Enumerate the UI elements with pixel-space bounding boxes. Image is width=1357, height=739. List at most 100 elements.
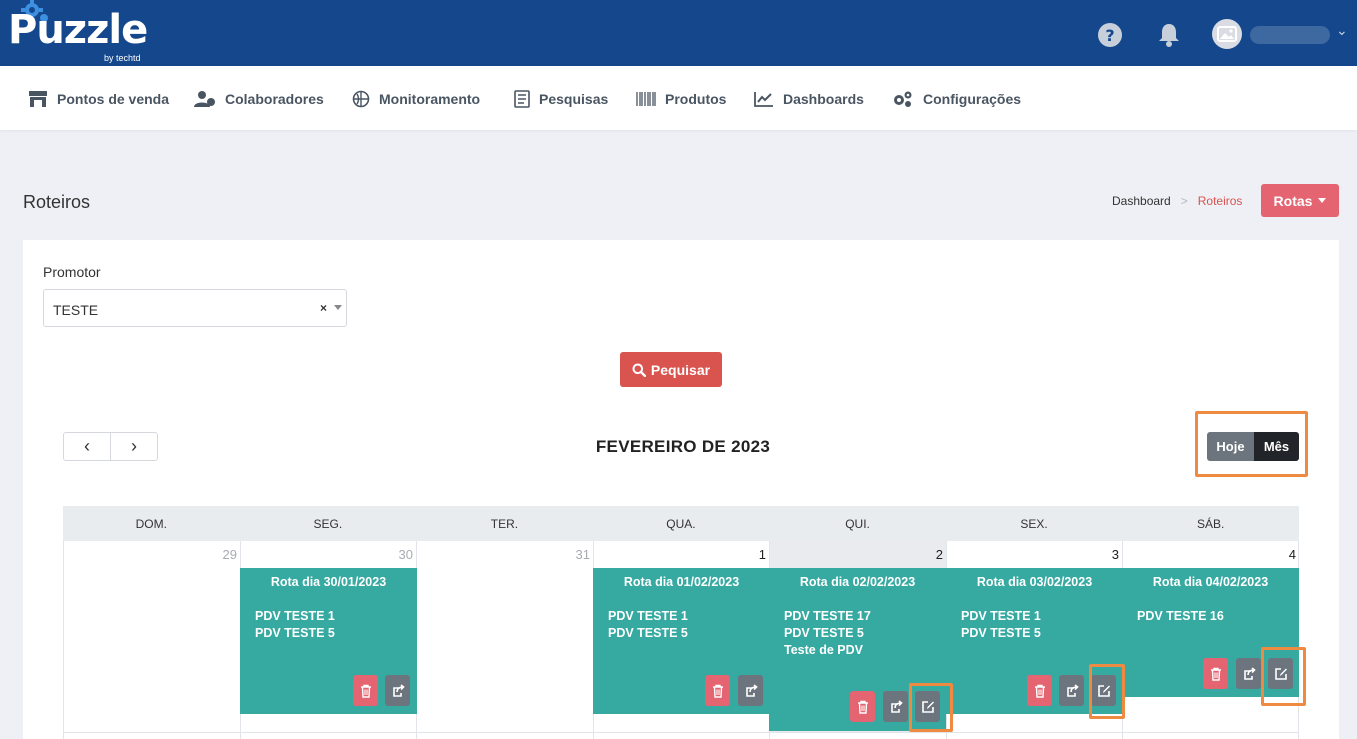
search-icon (632, 363, 646, 377)
event-title: Rota dia 30/01/2023 (270, 575, 387, 589)
day-number: 31 (575, 547, 590, 562)
search-button-label: Pequisar (650, 361, 711, 378)
day-number: 2 (935, 547, 943, 562)
rotas-label: Rotas (1273, 192, 1313, 209)
next-month-button[interactable]: › (110, 433, 157, 460)
day-number: 3 (1111, 547, 1119, 562)
calendar-nav-group: ‹ › (63, 432, 158, 461)
share-icon (746, 683, 758, 697)
trash-icon (857, 700, 868, 714)
edit-route-button[interactable] (1091, 675, 1116, 706)
user-name-blurred[interactable] (1250, 26, 1330, 44)
weekday-sat: SÁB. (1196, 516, 1225, 531)
route-event-2023-02-01[interactable]: Rota dia 01/02/2023 PDV TESTE 1 PDV TEST… (593, 568, 770, 714)
nav-label: Pesquisas (539, 91, 609, 107)
event-pdv-item: PDV TESTE 5 (961, 626, 1041, 640)
page-title: Roteiros (23, 192, 91, 212)
avatar[interactable] (1212, 19, 1242, 49)
event-pdv-item: PDV TESTE 1 (608, 609, 688, 623)
nav-item-colaboradores[interactable]: Colaboradores (194, 89, 324, 109)
share-route-button[interactable] (883, 691, 908, 722)
nav-label: Produtos (665, 91, 727, 107)
route-event-2023-02-02[interactable]: Rota dia 02/02/2023 PDV TESTE 17 PDV TES… (769, 568, 946, 731)
weekday-tue: TER. (490, 516, 519, 531)
delete-route-button[interactable] (353, 675, 378, 706)
rotas-dropdown-button[interactable]: Rotas (1261, 184, 1339, 217)
event-pdv-item: Teste de PDV (784, 643, 863, 657)
weekday-fri: SEX. (1020, 516, 1048, 531)
calendar-view-toggle: Hoje Mês (1207, 432, 1299, 461)
event-title: Rota dia 02/02/2023 (799, 575, 916, 589)
weekday-thu: QUI. (845, 516, 870, 531)
prev-month-button[interactable]: ‹ (64, 433, 110, 460)
nav-item-monitoramento[interactable]: Monitoramento (352, 89, 480, 109)
trash-icon (360, 684, 371, 698)
globe-icon (352, 90, 370, 108)
edit-route-button[interactable] (1268, 658, 1293, 689)
weekday-mon: SEG. (313, 516, 343, 531)
share-icon (891, 699, 903, 713)
route-event-2023-02-03[interactable]: Rota dia 03/02/2023 PDV TESTE 1 PDV TEST… (946, 568, 1123, 714)
event-pdv-list: PDV TESTE 17 PDV TESTE 5 Teste de PDV (784, 608, 871, 659)
delete-route-button[interactable] (705, 675, 730, 706)
help-icon[interactable]: ? (1097, 22, 1123, 48)
edit-icon (1097, 684, 1110, 697)
today-button[interactable]: Hoje (1207, 432, 1254, 461)
event-pdv-list: PDV TESTE 1 PDV TESTE 5 (255, 608, 335, 642)
route-event-2023-02-04[interactable]: Rota dia 04/02/2023 PDV TESTE 16 (1122, 568, 1299, 697)
delete-route-button[interactable] (1203, 658, 1228, 689)
nav-item-pesquisas[interactable]: Pesquisas (514, 89, 608, 109)
dropdown-caret-icon[interactable] (334, 305, 342, 310)
day-number: 30 (398, 547, 413, 562)
event-pdv-list: PDV TESTE 16 (1137, 608, 1224, 625)
calendar-weekday-header: DOM. SEG. TER. QUA. QUI. SEX. SÁB. (63, 506, 1299, 541)
share-route-button[interactable] (738, 675, 763, 706)
bell-icon[interactable] (1156, 22, 1182, 48)
share-route-button[interactable] (1059, 675, 1084, 706)
delete-route-button[interactable] (1027, 675, 1052, 706)
event-pdv-item: PDV TESTE 5 (255, 626, 335, 640)
route-event-2023-01-30[interactable]: Rota dia 30/01/2023 PDV TESTE 1 PDV TEST… (240, 568, 417, 714)
breadcrumb-home[interactable]: Dashboard (1112, 194, 1171, 208)
nav-item-pontos-de-venda[interactable]: Pontos de venda (28, 89, 169, 109)
delete-route-button[interactable] (850, 691, 875, 722)
search-button[interactable]: Pequisar (620, 352, 722, 387)
share-icon (1244, 666, 1256, 680)
nav-item-dashboards[interactable]: Dashboards (754, 89, 864, 109)
nav-label: Configurações (923, 91, 1022, 107)
breadcrumb-current[interactable]: Roteiros (1198, 194, 1243, 208)
chevron-down-icon[interactable]: ⌄ (1336, 22, 1348, 39)
breadcrumb-separator-icon: > (1180, 194, 1188, 208)
month-view-button[interactable]: Mês (1254, 432, 1299, 461)
event-title: Rota dia 04/02/2023 (1152, 575, 1269, 589)
brand-subtitle: by techtd (104, 53, 141, 63)
share-icon (393, 683, 405, 697)
barcode-icon (636, 92, 656, 106)
nav-item-produtos[interactable]: Produtos (636, 89, 726, 109)
chevron-right-icon: › (131, 436, 137, 456)
promotor-select[interactable]: TESTE × (43, 289, 347, 327)
event-title: Rota dia 03/02/2023 (976, 575, 1093, 589)
nav-item-configuracoes[interactable]: Configurações (892, 89, 1021, 109)
chart-line-icon (754, 92, 773, 107)
day-cell-31[interactable] (416, 541, 593, 739)
event-pdv-list: PDV TESTE 1 PDV TESTE 5 (608, 608, 688, 642)
event-pdv-item: PDV TESTE 17 (784, 609, 871, 623)
nav-label: Monitoramento (379, 91, 481, 107)
day-cell-29[interactable] (63, 541, 240, 739)
breadcrumb: Dashboard > Roteiros (1112, 194, 1242, 208)
promotor-label: Promotor (43, 264, 101, 280)
top-bar: Puzzle by techtd ? ⌄ (0, 0, 1357, 66)
day-number: 1 (758, 547, 766, 562)
edit-icon (1274, 667, 1287, 680)
day-number: 29 (222, 547, 237, 562)
edit-route-button[interactable] (915, 691, 940, 722)
share-route-button[interactable] (385, 675, 410, 706)
trash-icon (1210, 667, 1221, 681)
survey-icon (514, 90, 530, 108)
day-number: 4 (1288, 547, 1296, 562)
share-route-button[interactable] (1236, 658, 1261, 689)
brand-logo[interactable]: Puzzle by techtd (8, 0, 158, 64)
svg-text:?: ? (1105, 26, 1114, 45)
clear-selection-icon[interactable]: × (320, 301, 327, 315)
